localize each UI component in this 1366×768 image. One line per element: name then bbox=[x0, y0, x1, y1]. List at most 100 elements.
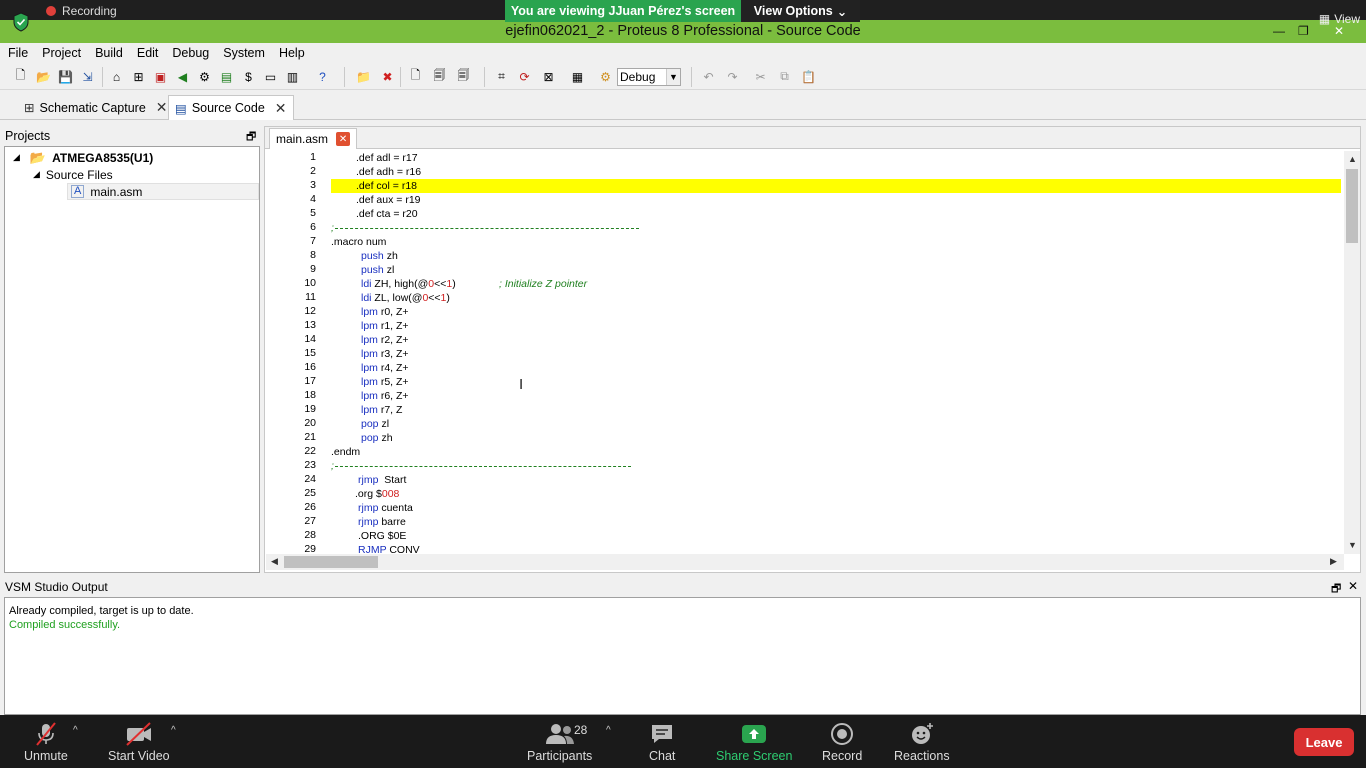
chevron-down-icon: ⌄ bbox=[836, 4, 848, 19]
tab-source-code[interactable]: ▤ Source Code ✕ bbox=[168, 95, 294, 120]
close-icon[interactable]: ✕ bbox=[275, 100, 287, 117]
help-icon[interactable]: ? bbox=[314, 68, 331, 85]
import-icon[interactable]: ⇲ bbox=[79, 68, 96, 85]
open-folder-icon[interactable]: 📂 bbox=[35, 68, 52, 85]
remove-file-icon[interactable]: 🗐 bbox=[455, 68, 472, 85]
folder-icon: 📂 bbox=[29, 149, 47, 165]
unmute-label: Unmute bbox=[24, 749, 68, 763]
paste-icon[interactable]: 📋 bbox=[800, 68, 817, 85]
pcb-icon[interactable]: ▣ bbox=[152, 68, 169, 85]
3d-icon[interactable]: ⚙ bbox=[196, 68, 213, 85]
participants-count: 28 bbox=[574, 723, 588, 737]
view-options-button[interactable]: View Options ⌄ bbox=[741, 0, 860, 22]
scroll-left-icon[interactable]: ◀ bbox=[271, 556, 278, 567]
line-number-gutter: 1 2 3 4 5 6 7 8 9 10 11 12 13 14 15 16 17 18 19 20 21 22 23 24 2… bbox=[266, 151, 328, 555]
tree-item-device[interactable]: ◢ 📂 ATMEGA8535(U1) bbox=[13, 149, 153, 166]
new-file-icon[interactable]: 🗋 bbox=[12, 68, 29, 85]
delete-icon[interactable]: ✖ bbox=[379, 68, 396, 85]
copy-icon[interactable]: ⧉ bbox=[776, 68, 793, 85]
add-file-icon[interactable]: 🗐 bbox=[431, 68, 448, 85]
build-config-select[interactable]: Debug ▼ bbox=[617, 68, 681, 86]
menu-help[interactable]: Help bbox=[279, 46, 305, 60]
vertical-scrollbar[interactable]: ▲ ▼ bbox=[1344, 151, 1360, 554]
menu-project[interactable]: Project bbox=[42, 46, 81, 60]
chevron-up-icon[interactable]: ^ bbox=[73, 725, 78, 736]
debug-icon[interactable]: ▭ bbox=[262, 68, 279, 85]
close-icon[interactable]: ✕ bbox=[156, 99, 168, 116]
scroll-down-icon[interactable]: ▼ bbox=[1348, 540, 1357, 550]
editor-tab-main-asm[interactable]: main.asm ✕ bbox=[269, 128, 357, 149]
chip-icon[interactable]: ▦ bbox=[569, 68, 586, 85]
clean-icon[interactable]: ⊠ bbox=[540, 68, 557, 85]
close-icon[interactable]: ✕ bbox=[336, 132, 351, 146]
notes-icon[interactable]: ▥ bbox=[284, 68, 301, 85]
undo-icon[interactable]: ↶ bbox=[700, 68, 717, 85]
start-video-button[interactable]: Start Video bbox=[108, 721, 170, 763]
start-video-label: Start Video bbox=[108, 749, 170, 763]
code-line: .org $008 bbox=[355, 488, 400, 500]
maximize-icon[interactable]: ❐ bbox=[1298, 24, 1309, 38]
horizontal-scroll-thumb[interactable] bbox=[284, 556, 378, 568]
tree-item-source-files[interactable]: ◢ Source Files bbox=[33, 166, 113, 183]
unmute-button[interactable]: Unmute bbox=[24, 721, 68, 763]
close-icon[interactable]: ✕ bbox=[1348, 579, 1358, 593]
line-number: 24 bbox=[304, 473, 316, 485]
save-icon[interactable]: 💾 bbox=[57, 68, 74, 85]
settings-icon[interactable]: ⚙ bbox=[597, 68, 614, 85]
toolbar-separator bbox=[484, 67, 485, 87]
toolbar-separator bbox=[102, 67, 103, 87]
menu-build[interactable]: Build bbox=[95, 46, 123, 60]
code-line: pop zh bbox=[361, 432, 393, 444]
line-number: 28 bbox=[304, 529, 316, 541]
horizontal-scrollbar[interactable]: ◀ ▶ bbox=[266, 554, 1344, 570]
schematic-icon[interactable]: ⊞ bbox=[130, 68, 147, 85]
gerber-icon[interactable]: ◀ bbox=[174, 68, 191, 85]
rebuild-icon[interactable]: ⟳ bbox=[516, 68, 533, 85]
line-number: 23 bbox=[304, 459, 316, 471]
close-icon[interactable]: ✕ bbox=[1334, 24, 1344, 38]
new-source-icon[interactable]: 🗋 bbox=[407, 68, 424, 85]
menu-debug[interactable]: Debug bbox=[172, 46, 209, 60]
tree-item-main-asm[interactable]: A main.asm bbox=[67, 183, 259, 200]
menu-file[interactable]: File bbox=[8, 46, 28, 60]
bom-icon[interactable]: ▤ bbox=[218, 68, 235, 85]
projects-header: Projects 🗗 bbox=[0, 126, 262, 146]
expand-icon[interactable]: ◢ bbox=[33, 169, 40, 180]
code-line: .endm bbox=[331, 446, 361, 458]
menu-edit[interactable]: Edit bbox=[137, 46, 159, 60]
cost-icon[interactable]: $ bbox=[240, 68, 257, 85]
recording-indicator[interactable]: Recording bbox=[46, 3, 117, 19]
share-screen-button[interactable]: Share Screen bbox=[716, 721, 792, 763]
add-folder-icon[interactable]: 📁 bbox=[355, 68, 372, 85]
redo-icon[interactable]: ↷ bbox=[724, 68, 741, 85]
code-line: lpm r2, Z+ bbox=[361, 334, 409, 346]
line-number: 20 bbox=[304, 417, 316, 429]
scroll-up-icon[interactable]: ▲ bbox=[1348, 154, 1357, 164]
emoji-icon bbox=[909, 721, 935, 747]
vertical-scroll-thumb[interactable] bbox=[1346, 169, 1358, 243]
record-button[interactable]: Record bbox=[822, 721, 862, 763]
menu-system[interactable]: System bbox=[223, 46, 265, 60]
line-number: 26 bbox=[304, 501, 316, 513]
participants-label: Participants bbox=[527, 749, 593, 763]
reactions-button[interactable]: Reactions bbox=[894, 721, 950, 763]
chat-button[interactable]: Chat bbox=[649, 721, 675, 763]
line-number: 13 bbox=[304, 319, 316, 331]
home-icon[interactable]: ⌂ bbox=[108, 68, 125, 85]
expand-icon[interactable]: ◢ bbox=[13, 152, 20, 163]
tab-schematic-capture[interactable]: ⊞ Schematic Capture ✕ bbox=[18, 95, 174, 120]
code-line: lpm r7, Z bbox=[361, 404, 403, 416]
code-line: pop zl bbox=[361, 418, 390, 430]
scroll-right-icon[interactable]: ▶ bbox=[1330, 556, 1337, 567]
minimize-icon[interactable]: — bbox=[1273, 24, 1285, 38]
code-line: lpm r6, Z+ bbox=[361, 390, 409, 402]
chevron-up-icon[interactable]: ^ bbox=[171, 725, 176, 736]
code-area[interactable]: .def adl = r17 .def adh = r16 .def col =… bbox=[331, 151, 1341, 554]
restore-icon[interactable]: 🗗 bbox=[246, 128, 256, 147]
build-icon[interactable]: ⌗ bbox=[493, 68, 510, 85]
record-dot-icon bbox=[46, 6, 56, 16]
cut-icon[interactable]: ✂ bbox=[752, 68, 769, 85]
leave-button[interactable]: Leave bbox=[1294, 728, 1354, 756]
chevron-up-icon[interactable]: ^ bbox=[606, 725, 611, 736]
code-line: .def adh = r16 bbox=[356, 166, 422, 178]
